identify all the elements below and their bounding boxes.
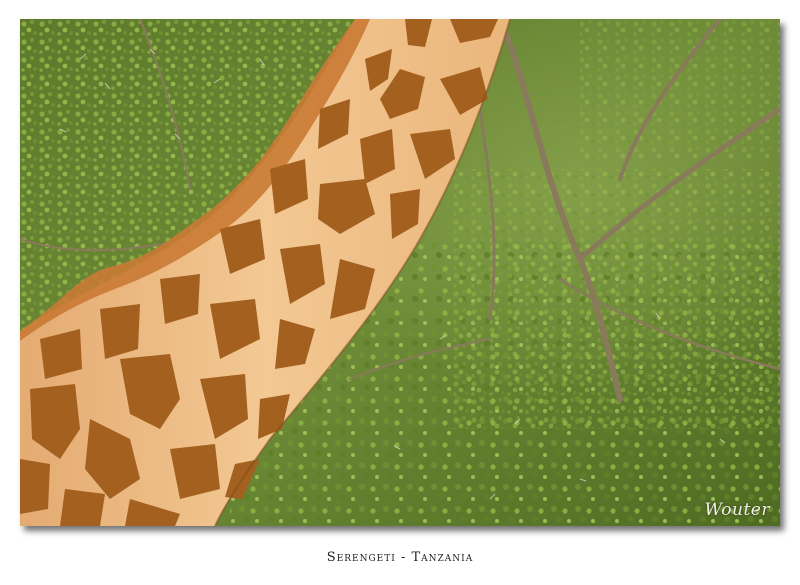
poster-page: Wouter Serengeti - Tanzania	[0, 0, 800, 585]
photo-caption: Serengeti - Tanzania	[326, 550, 474, 565]
photographer-signature: Wouter	[704, 500, 770, 520]
photo: Wouter	[20, 19, 780, 526]
giraffe-photo	[20, 19, 780, 526]
